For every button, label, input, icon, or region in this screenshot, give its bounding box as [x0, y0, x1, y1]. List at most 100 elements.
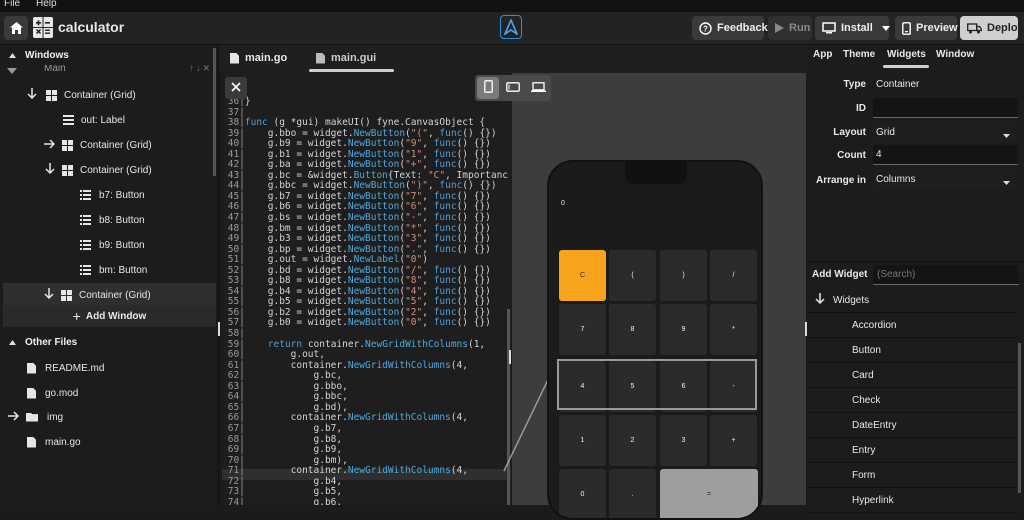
line-number: 57| [222, 317, 245, 329]
line-text: g.bc, [244, 370, 343, 382]
deploy-button[interactable]: Deploy [960, 16, 1024, 40]
tree-item-container-grid[interactable]: Container (Grid) [0, 133, 216, 157]
editor-tabs-bar: main.go main.gui [219, 45, 807, 73]
line-number: 68| [222, 433, 245, 445]
calc-button[interactable]: 5 [609, 361, 656, 412]
close-editor-button[interactable] [225, 77, 247, 99]
tree-item-b9-button[interactable]: b9: Button [0, 233, 216, 257]
id-input[interactable] [873, 98, 1018, 118]
tree-item-bm-button[interactable]: bm: Button [0, 258, 216, 282]
count-input[interactable]: 4 [873, 145, 1018, 165]
line-number: 56| [222, 306, 245, 318]
tab-main-go[interactable]: main.go [230, 45, 287, 71]
windows-scrollbar[interactable] [213, 48, 216, 176]
tab-widgets[interactable]: Widgets [887, 49, 926, 60]
calc-display: 0 [561, 200, 565, 207]
line-number: 42| [222, 159, 245, 171]
home-button[interactable] [4, 16, 28, 40]
arrow-down-icon [815, 293, 825, 307]
widget-list-item-label: Button [852, 344, 881, 356]
file-go-mod[interactable]: go.mod [0, 381, 216, 405]
line-number: 54| [222, 285, 245, 297]
folder-img[interactable]: img [0, 405, 216, 429]
line-number: 50| [222, 243, 245, 255]
right-resize-handle[interactable] [805, 322, 807, 336]
code-line[interactable]: 74| g.b6, [222, 496, 508, 505]
calc-button[interactable]: 3 [660, 415, 707, 466]
tree-item-b7-button[interactable]: b7: Button [0, 183, 216, 207]
preview-button[interactable]: Preview [895, 16, 958, 40]
calc-button[interactable]: . [609, 469, 656, 518]
file-main-go[interactable]: main.go [0, 430, 216, 454]
tree-item-controls[interactable]: ↑↓✕ [189, 65, 212, 74]
layout-select[interactable]: Grid [873, 122, 1018, 142]
panel-resize-handle[interactable] [218, 322, 220, 336]
calc-button[interactable]: 9 [660, 304, 707, 355]
widget-list-item[interactable]: Check [807, 388, 1019, 413]
widget-list-scrollbar[interactable] [1018, 343, 1021, 493]
menu-help[interactable]: Help [36, 0, 57, 9]
tree-item-container-grid-selected[interactable]: Container (Grid) [3, 283, 216, 307]
tab-main-gui[interactable]: main.gui [316, 45, 376, 71]
line-text: g.bbo, [244, 380, 348, 392]
chevron-down-icon[interactable] [881, 25, 890, 31]
other-files-section-header[interactable]: Other Files [0, 332, 218, 352]
code-line[interactable]: 57| g.b0 = widget.NewButton("0", func() … [222, 318, 508, 329]
calc-button[interactable]: 2 [609, 415, 656, 466]
widget-list-item[interactable]: Accordion [807, 313, 1019, 338]
calc-button[interactable]: 4 [559, 361, 606, 412]
calc-button[interactable]: ) [660, 250, 707, 301]
widget-list-item[interactable]: Card [807, 363, 1019, 388]
install-button[interactable]: Install [815, 16, 890, 40]
widget-list-item[interactable]: Entry [807, 438, 1019, 463]
calc-button[interactable]: * [710, 304, 757, 355]
calc-button[interactable]: + [710, 415, 757, 466]
widget-list-item[interactable]: Form [807, 463, 1019, 488]
tab-window[interactable]: Window [936, 49, 974, 60]
tree-item-out-label[interactable]: out: Label [0, 108, 216, 132]
widget-list-item[interactable]: DateEntry [807, 413, 1019, 438]
device-laptop-button[interactable] [527, 77, 549, 99]
calc-button[interactable]: C [559, 250, 606, 301]
calc-button[interactable]: 8 [609, 304, 656, 355]
line-text: g.b6, [244, 496, 343, 505]
calc-button[interactable]: ( [609, 250, 656, 301]
widget-list-item[interactable]: Button [807, 338, 1019, 363]
device-phone-button[interactable] [477, 77, 499, 99]
app-title: calculator [58, 19, 125, 35]
code-line[interactable]: 36|} [222, 96, 508, 108]
line-number: 58| [222, 328, 245, 340]
line-text: g.bd), [244, 401, 348, 413]
add-window-button[interactable]: + Add Window [3, 305, 216, 327]
calc-button[interactable]: / [710, 250, 757, 301]
line-text: g.bd = widget.NewButton("/", func() {}) [244, 264, 491, 276]
device-tablet-button[interactable] [502, 77, 524, 99]
tab-theme[interactable]: Theme [843, 49, 875, 60]
code-text[interactable]: 36|} 37| 38|func (g *gui) makeUI() fyne.… [222, 96, 508, 505]
add-widget-label: Add Widget [812, 269, 868, 280]
file-readme[interactable]: README.md [0, 356, 216, 380]
tree-item-b8-button[interactable]: b8: Button [0, 208, 216, 232]
calc-button[interactable]: 6 [660, 361, 707, 412]
widgets-group-header[interactable]: Widgets [807, 288, 1019, 313]
widget-list-item[interactable]: Hyperlink [807, 488, 1019, 513]
calc-button[interactable]: - [710, 361, 757, 412]
calc-button[interactable]: 1 [559, 415, 606, 466]
menu-file[interactable]: File [4, 0, 20, 9]
windows-section-header[interactable]: Windows [0, 45, 218, 65]
run-button[interactable]: Run [768, 16, 812, 40]
line-number: 62| [222, 370, 245, 382]
widget-search-input[interactable] [873, 265, 1019, 285]
calc-button[interactable]: 7 [559, 304, 606, 355]
title-bar: calculator ? Feedback Run Install Previe… [0, 12, 1024, 45]
tree-item-container-grid[interactable]: Container (Grid) [0, 83, 216, 107]
file-label: go.mod [45, 387, 79, 399]
tab-app[interactable]: App [813, 49, 832, 60]
calc-button[interactable]: 0 [559, 469, 606, 518]
tree-item-main[interactable]: Main ↑↓✕ [0, 65, 216, 77]
tree-item-container-grid[interactable]: Container (Grid) [0, 158, 216, 182]
feedback-button[interactable]: ? Feedback [692, 16, 768, 40]
calc-button[interactable]: = [660, 469, 758, 518]
code-editor[interactable]: 36|} 37| 38|func (g *gui) makeUI() fyne.… [222, 73, 511, 505]
arrange-select[interactable]: Columns [873, 169, 1018, 189]
